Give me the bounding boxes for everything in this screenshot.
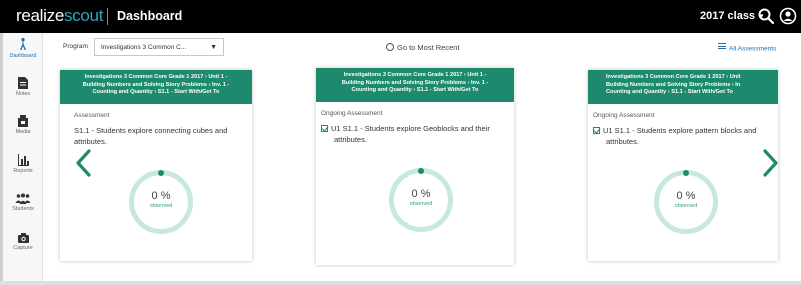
students-icon — [15, 193, 31, 204]
card-header-line: Counting and Quantity › S1.1 - Start Wit… — [92, 89, 220, 95]
go-to-most-recent-button[interactable]: Go to Most Recent — [386, 43, 460, 52]
assessment-card-current[interactable]: Investigations 3 Common Core Grade 1 201… — [316, 68, 514, 265]
card-header-line: Investigations 3 Common Core Grade 1 201… — [343, 72, 487, 78]
window-edge-bottom — [0, 281, 801, 285]
card-assessment-type: Ongoing Assessment — [321, 110, 383, 117]
sidebar: Dashboard Notes Media Reports Students C… — [3, 33, 43, 281]
program-dropdown-value: Investigations 3 Common C... — [101, 44, 187, 51]
previous-arrow-icon[interactable] — [74, 148, 94, 178]
progress-ring-marker — [418, 168, 424, 174]
progress-ring-marker — [683, 170, 689, 176]
app-logo[interactable]: realizescout — [16, 6, 103, 26]
logo-divider — [107, 8, 108, 25]
card-header-line: Investigations 3 Common Core Grade 1 201… — [606, 74, 741, 80]
dashboard-icon — [20, 37, 26, 50]
sidebar-item-label: Dashboard — [9, 53, 37, 59]
go-to-most-recent-label: Go to Most Recent — [397, 43, 460, 52]
card-assessment-type: Assessment — [74, 112, 110, 119]
all-assessments-link[interactable]: All Assessments — [718, 43, 776, 53]
program-label: Program — [63, 43, 88, 50]
sidebar-item-label: Media — [15, 129, 31, 135]
card-skill-text: U1 S1.1 - Students explore pattern block… — [603, 126, 757, 135]
sidebar-item-dashboard[interactable]: Dashboard — [3, 37, 43, 67]
card-skill-text: U1 S1.1 - Students explore Geoblocks and… — [331, 124, 490, 133]
card-skill-text: S1.1 - Students explore connecting cubes… — [74, 126, 228, 135]
observed-label: observed — [674, 203, 698, 209]
class-selector[interactable]: 2017 class ▼ — [700, 10, 765, 22]
chevron-down-icon: ▼ — [210, 44, 217, 51]
card-header-breadcrumb: Investigations 3 Common Core Grade 1 201… — [60, 70, 252, 104]
checkbox-icon — [593, 127, 600, 134]
sidebar-item-reports[interactable]: Reports — [3, 153, 43, 183]
card-assessment-type: Ongoing Assessment — [593, 112, 655, 119]
page-title: Dashboard — [117, 9, 183, 23]
card-header-line: Counting and Quantity › S1.1 - Start Wit… — [351, 87, 479, 93]
percent-observed: 0 % — [151, 190, 171, 202]
card-header-line: Investigations 3 Common Core Grade 1 201… — [84, 74, 228, 80]
card-skill: U1 S1.1 - Students explore pattern block… — [593, 125, 778, 147]
assessment-card-next[interactable]: Investigations 3 Common Core Grade 1 201… — [588, 70, 778, 261]
progress-ring — [389, 168, 453, 232]
observed-label: observed — [409, 201, 433, 207]
progress-ring — [129, 170, 193, 234]
card-skill-text-2: attributes. — [606, 137, 639, 146]
card-header-line: Building Numbers and Solving Story Probl… — [341, 79, 489, 86]
sidebar-item-label: Students — [12, 206, 34, 212]
search-icon[interactable] — [757, 7, 775, 25]
card-skill-text-2: attributes. — [74, 137, 107, 146]
card-header-line: Building Numbers and Solving Story Probl… — [606, 81, 741, 88]
card-skill-text-2: attributes. — [334, 135, 367, 144]
checkbox-icon — [321, 125, 328, 132]
card-header-breadcrumb: Investigations 3 Common Core Grade 1 201… — [588, 70, 778, 104]
sidebar-item-media[interactable]: Media — [3, 114, 43, 144]
percent-observed: 0 % — [676, 190, 696, 202]
progress-ring — [654, 170, 718, 234]
card-skill: S1.1 - Students explore connecting cubes… — [74, 125, 249, 147]
card-header-line: Building Numbers and Solving Story Probl… — [82, 81, 230, 88]
list-icon — [718, 43, 726, 51]
top-bar: realizescout Dashboard 2017 class ▼ — [0, 0, 801, 33]
capture-icon — [17, 233, 29, 243]
clock-icon — [386, 43, 394, 51]
percent-observed: 0 % — [411, 188, 431, 200]
next-arrow-icon[interactable] — [760, 148, 780, 178]
sidebar-item-label: Reports — [13, 168, 33, 174]
sidebar-item-students[interactable]: Students — [3, 193, 43, 223]
media-icon — [18, 115, 28, 127]
user-icon[interactable] — [779, 7, 797, 25]
progress-ring-marker — [158, 170, 164, 176]
notes-icon — [18, 77, 28, 89]
program-dropdown[interactable]: Investigations 3 Common C... ▼ — [94, 38, 224, 56]
card-header-line: Counting and Quantity › S1.1 - Start Wit… — [606, 89, 733, 95]
sidebar-item-capture[interactable]: Capture — [3, 232, 43, 262]
class-selector-label: 2017 class — [700, 10, 756, 22]
sidebar-item-label: Capture — [13, 245, 33, 251]
card-skill: U1 S1.1 - Students explore Geoblocks and… — [321, 123, 511, 145]
sidebar-item-notes[interactable]: Notes — [3, 76, 43, 106]
sidebar-item-label: Notes — [15, 91, 31, 97]
card-header-breadcrumb: Investigations 3 Common Core Grade 1 201… — [316, 68, 514, 102]
all-assessments-label: All Assessments — [729, 45, 777, 53]
observed-label: observed — [149, 203, 173, 209]
reports-icon — [17, 154, 29, 166]
